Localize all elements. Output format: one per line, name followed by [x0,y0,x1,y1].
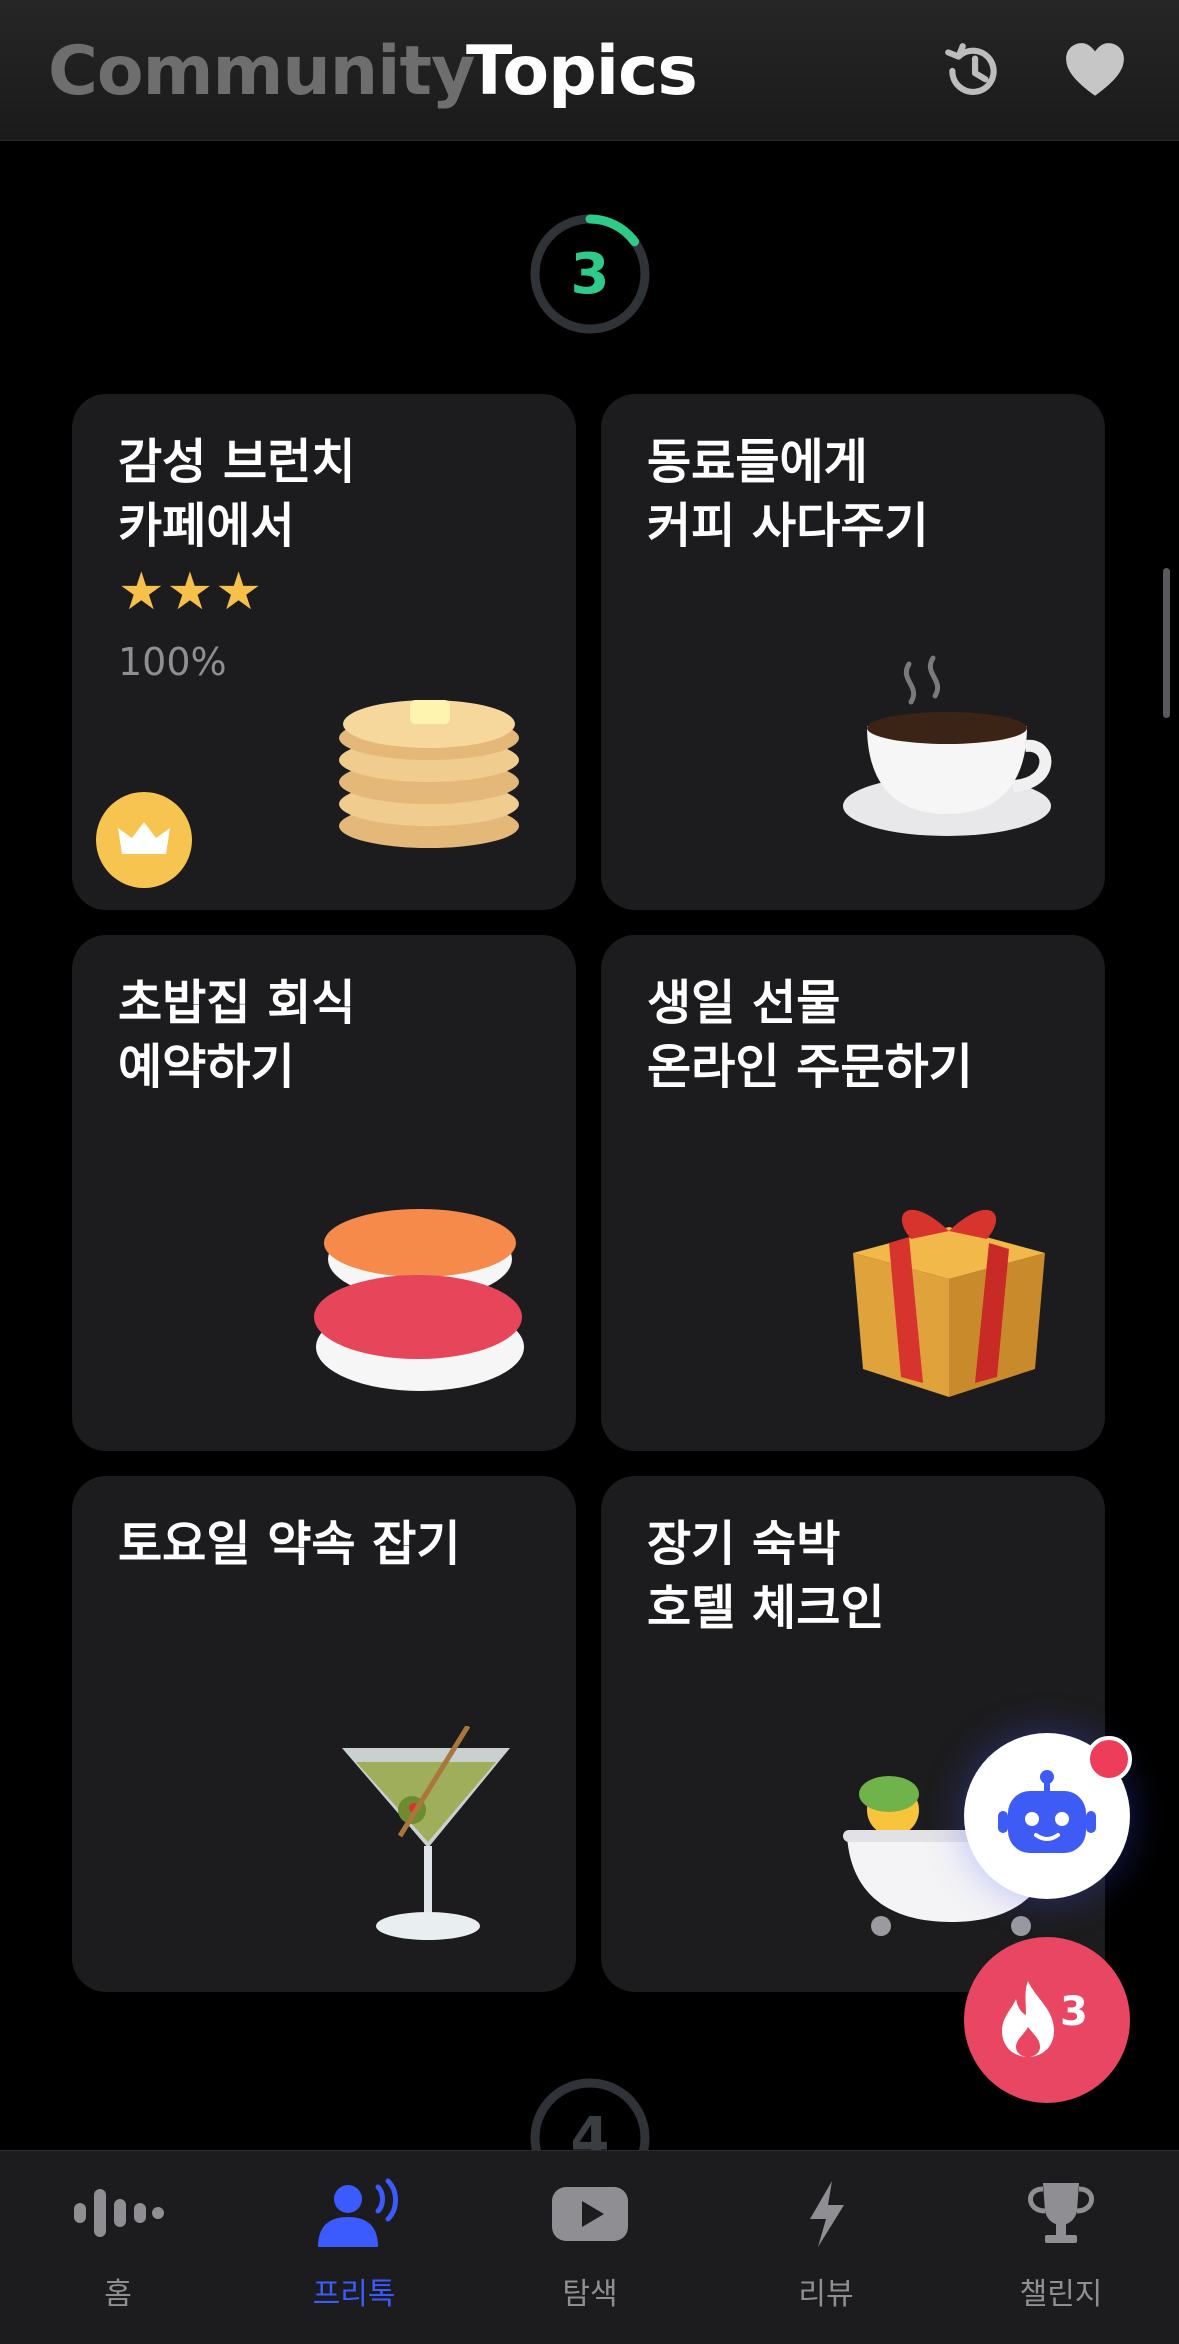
nav-label: 프리톡 [312,2277,396,2312]
card-title: 생일 선물 온라인 주문하기 [647,975,973,1095]
card-title: 감성 브런치 카페에서 [118,434,356,554]
tab-topics[interactable]: Topics [466,32,698,111]
nav-label: 리뷰 [798,2277,854,2312]
nav-item-challenge[interactable]: 챌린지 [943,2151,1179,2344]
card-title: 토요일 약속 잡기 [118,1516,461,1572]
nav-item-freetalk[interactable]: 프리톡 [236,2151,472,2344]
crown-badge [96,792,192,888]
waveform-icon [74,2189,164,2237]
topic-card-brunch-cafe[interactable]: 감성 브런치 카페에서 ★★★ 100% [72,394,576,910]
hot-coffee-icon [843,655,1052,836]
history-clock-icon[interactable] [940,38,1006,104]
streak-count: 3 [1060,1989,1088,2035]
crown-icon [118,822,170,854]
level-number: 3 [570,241,610,307]
trophy-icon [1028,2183,1094,2243]
completion-percent: 100% [118,640,227,684]
nav-item-home[interactable]: 홈 [0,2151,236,2344]
heart-icon[interactable] [1062,38,1128,104]
topic-card-coffee[interactable]: 동료들에게 커피 사다주기 [601,394,1105,910]
nav-label: 홈 [104,2277,132,2312]
pancakes-icon [339,700,519,848]
fire-icon [1002,1981,1054,2057]
streak-fire-button[interactable]: 3 [964,1937,1130,2103]
nav-item-explore[interactable]: 탐색 [472,2151,708,2344]
top-header: Community Topics [0,0,1179,141]
play-video-icon [552,2187,628,2241]
star-rating: ★★★ [118,562,264,622]
tab-community[interactable]: Community [48,32,475,111]
level-indicator: 3 [528,212,652,336]
card-title: 초밥집 회식 예약하기 [118,975,356,1095]
topic-card-sushi[interactable]: 초밥집 회식 예약하기 [72,935,576,1451]
gift-icon [853,1209,1045,1397]
scrollbar[interactable] [1163,568,1170,718]
bottom-nav: 홈 프리톡 탐색 리뷰 챌린지 [0,2150,1179,2344]
nav-label: 탐색 [562,2277,618,2312]
topic-card-saturday-plans[interactable]: 토요일 약속 잡기 [72,1476,576,1992]
card-title: 장기 숙박 호텔 체크인 [647,1516,885,1636]
nav-item-review[interactable]: 리뷰 [708,2151,944,2344]
cocktail-icon [342,1726,510,1940]
sushi-icon [314,1209,524,1391]
lightning-icon [810,2181,844,2247]
topic-card-gift[interactable]: 생일 선물 온라인 주문하기 [601,935,1105,1451]
nav-label: 챌린지 [1019,2277,1103,2312]
card-title: 동료들에게 커피 사다주기 [647,434,929,554]
notification-dot [1086,1736,1132,1782]
person-speaking-icon [318,2178,398,2247]
